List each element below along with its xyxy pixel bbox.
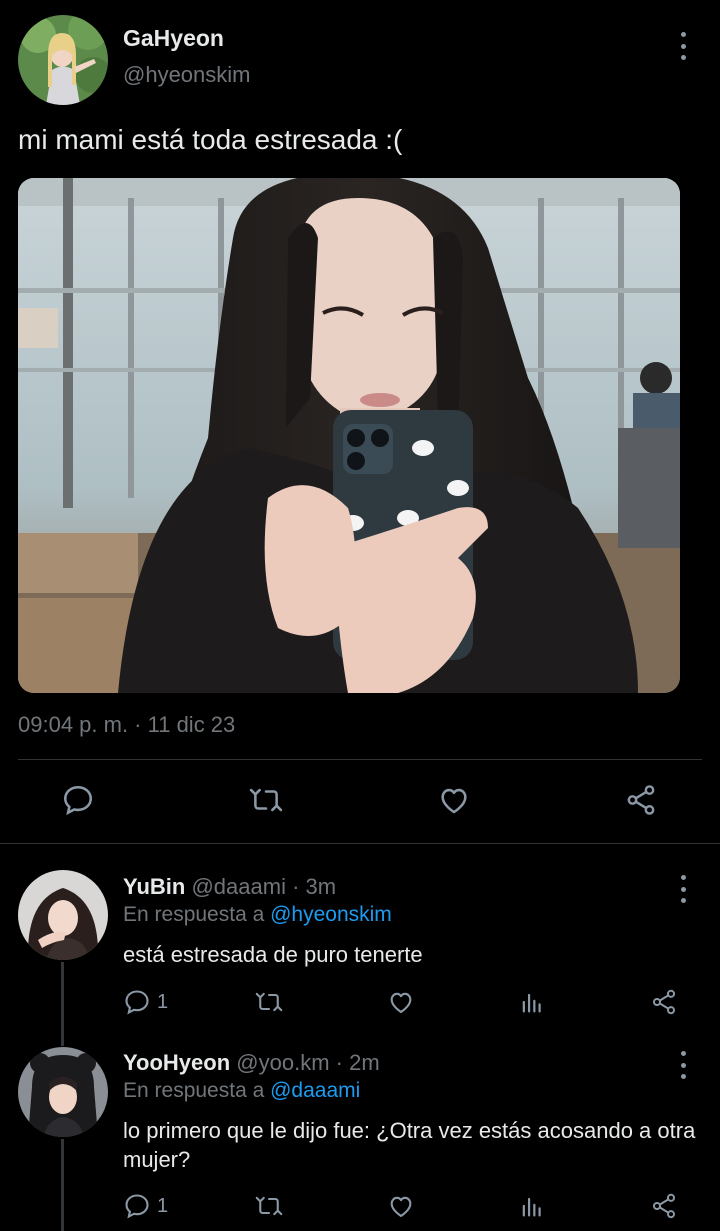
reply-context: En respuesta a @hyeonskim	[123, 903, 392, 927]
like-icon	[390, 1196, 412, 1217]
reply-button[interactable]: 1	[123, 1192, 168, 1220]
reply-prefix: En respuesta a	[123, 1079, 265, 1102]
like-icon	[390, 992, 412, 1013]
share-icon	[627, 785, 655, 815]
views-button[interactable]	[518, 1192, 546, 1220]
more-options-icon[interactable]	[678, 875, 688, 903]
more-options-icon[interactable]	[678, 1051, 688, 1079]
analytics-icon	[522, 1197, 541, 1217]
retweet-icon	[249, 788, 283, 812]
divider	[18, 759, 702, 760]
retweet-icon	[255, 1196, 283, 1216]
like-icon	[441, 788, 467, 814]
reply-mention-link[interactable]: @daaami	[270, 1079, 360, 1102]
reply-context: En respuesta a @daaami	[123, 1079, 360, 1103]
reply-prefix: En respuesta a	[123, 903, 265, 926]
analytics-icon	[522, 993, 541, 1013]
reply-author-handle[interactable]: @yoo.km	[236, 1050, 329, 1075]
share-icon	[652, 1193, 676, 1219]
divider	[0, 843, 720, 844]
retweet-icon	[255, 992, 283, 1012]
retweet-button[interactable]	[248, 783, 284, 817]
reply-icon	[125, 990, 149, 1015]
share-icon	[652, 989, 676, 1015]
author-handle[interactable]: @hyeonskim	[123, 62, 251, 88]
like-button[interactable]	[386, 988, 416, 1016]
reply-text: lo primero que le dijo fue: ¿Otra vez es…	[123, 1118, 696, 1172]
tweet-timestamp[interactable]: 09:04 p. m. · 11 dic 23	[18, 712, 235, 738]
reply-avatar[interactable]	[18, 870, 108, 960]
reply-time: · 2m	[335, 1050, 380, 1075]
reply-icon	[63, 785, 93, 816]
reply-icon	[125, 1194, 149, 1219]
views-button[interactable]	[518, 988, 546, 1016]
reply-time: · 3m	[292, 874, 337, 899]
share-button[interactable]	[650, 988, 678, 1016]
tweet-photo[interactable]	[18, 178, 680, 693]
author-name[interactable]: GaHyeon	[123, 25, 224, 52]
more-options-icon[interactable]	[678, 32, 688, 60]
reply-author-handle[interactable]: @daaami	[191, 874, 286, 899]
share-button[interactable]	[650, 1192, 678, 1220]
reply-header: YuBin @daaami · 3m	[123, 874, 336, 900]
reply-mention-link[interactable]: @hyeonskim	[270, 903, 392, 926]
reply-button[interactable]: 1	[123, 988, 168, 1016]
reply-count: 1	[157, 1194, 169, 1217]
tweet-text: mi mami está toda estresada :(	[18, 124, 403, 155]
reply-author-name[interactable]: YooHyeon	[123, 1050, 230, 1075]
thread-line	[61, 1139, 64, 1231]
reply-button[interactable]	[61, 783, 95, 817]
like-button[interactable]	[436, 783, 472, 817]
reply-header: YooHyeon @yoo.km · 2m	[123, 1050, 380, 1076]
reply-text: está estresada de puro tenerte	[123, 942, 423, 967]
share-button[interactable]	[624, 783, 658, 817]
reply-avatar[interactable]	[18, 1047, 108, 1137]
retweet-button[interactable]	[254, 988, 284, 1016]
thread-line	[61, 962, 64, 1046]
reply-author-name[interactable]: YuBin	[123, 874, 185, 899]
author-avatar[interactable]	[18, 15, 108, 105]
reply-count: 1	[157, 990, 169, 1013]
retweet-button[interactable]	[254, 1192, 284, 1220]
like-button[interactable]	[386, 1192, 416, 1220]
